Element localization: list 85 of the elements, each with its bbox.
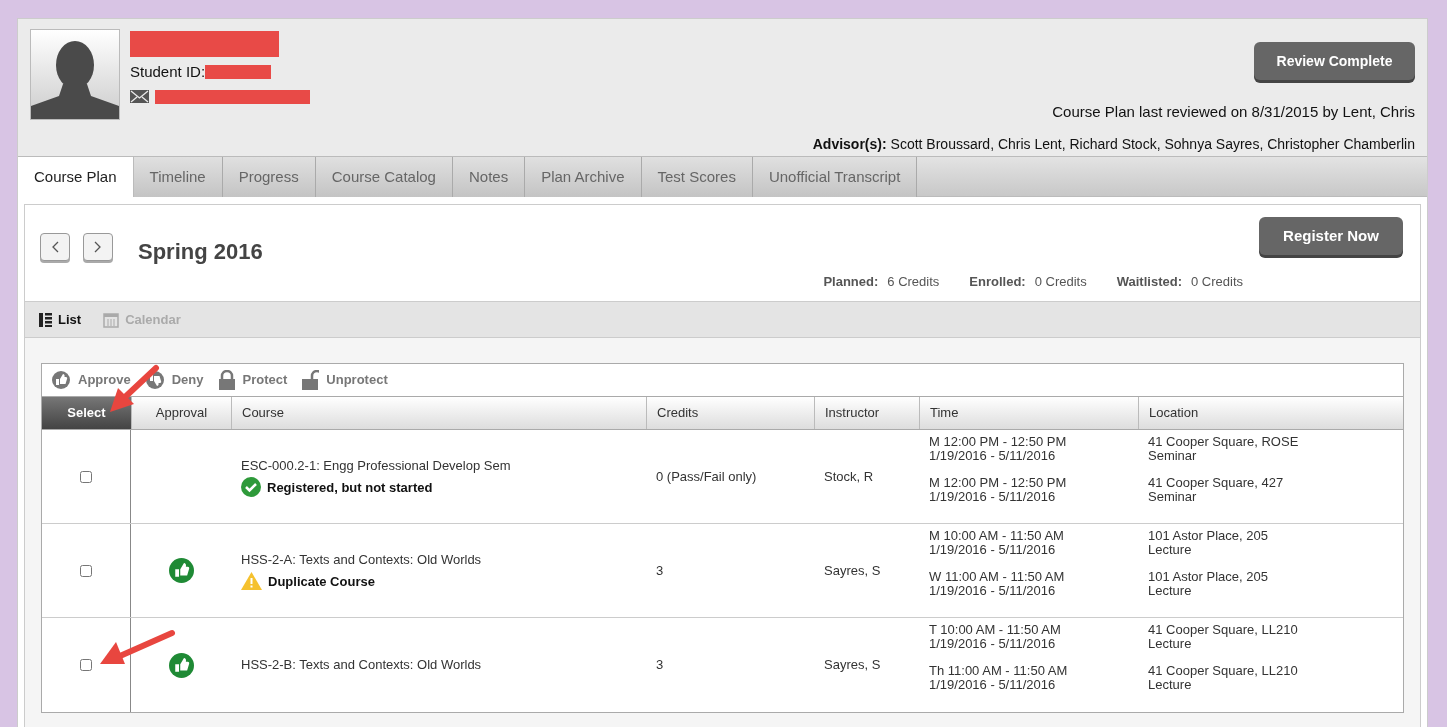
credits-label: Planned: — [823, 273, 879, 291]
tab[interactable]: Course Plan — [18, 157, 134, 198]
lock-icon — [217, 370, 236, 390]
meeting-type: Lecture — [1148, 584, 1193, 598]
column-header: Time — [919, 397, 1138, 429]
credits-cell-text: 3 — [656, 561, 664, 580]
meeting-type: Seminar — [1148, 490, 1197, 504]
row-checkbox[interactable] — [80, 659, 92, 671]
chevron-left-icon — [51, 241, 59, 253]
student-id-label: Student ID: — [130, 62, 206, 82]
previous-button[interactable] — [40, 233, 70, 261]
credits-value: 0 Credits — [1190, 273, 1243, 291]
meeting-time: M 12:00 PM - 12:50 PM — [929, 476, 1068, 490]
meeting-location: 101 Astor Place, 205 — [1148, 570, 1269, 584]
meeting-location: 41 Cooper Square, LL210 — [1148, 623, 1299, 637]
advisors-text: Advisor(s): Scott Broussard, Chris Lent, Richard Stock, Sohnya Sayres, Christopher Chamberlin — [812, 134, 1415, 154]
next-button[interactable] — [83, 233, 113, 261]
row-checkbox[interactable] — [80, 564, 92, 577]
meeting-dates: 1/19/2016 - 5/11/2016 — [929, 490, 1057, 504]
last-reviewed-text: Course Plan last reviewed on 8/31/2015 by Lent, Chris — [1052, 102, 1415, 122]
meeting-dates: 1/19/2016 - 5/11/2016 — [929, 543, 1057, 557]
meeting-type: Seminar — [1148, 449, 1197, 463]
check-circle-icon — [241, 477, 261, 498]
column-header: Approval — [131, 397, 231, 429]
tab[interactable]: Progress — [222, 157, 316, 197]
thumbs-up-icon — [51, 370, 71, 390]
tab[interactable]: Timeline — [133, 157, 223, 197]
tab[interactable]: Test Scores — [641, 157, 753, 197]
warning-icon — [241, 572, 262, 591]
review-complete-button[interactable]: Review Complete — [1254, 42, 1415, 80]
meeting-location: 41 Cooper Square, 427 — [1148, 476, 1285, 490]
register-now-button[interactable]: Register Now — [1259, 217, 1403, 255]
meeting-location: 41 Cooper Square, ROSE — [1148, 435, 1300, 449]
course-name: HSS-2-B: Texts and Contexts: Old Worlds — [241, 656, 483, 675]
unlock-icon — [301, 370, 320, 390]
instructor-cell-text: Sayres, S — [824, 656, 881, 675]
meeting-time: T 10:00 AM - 11:50 AM — [929, 623, 1062, 637]
credits-label: Enrolled: — [969, 273, 1026, 291]
meeting-dates: 1/19/2016 - 5/11/2016 — [929, 449, 1057, 463]
row-checkbox[interactable] — [80, 470, 92, 483]
column-header: Instructor — [814, 397, 919, 429]
meeting-location: 101 Astor Place, 205 — [1148, 529, 1269, 543]
calendar-icon — [103, 311, 120, 328]
course-name: ESC-000.2-1: Engg Professional Develop Sem — [241, 456, 512, 475]
column-header: Course — [231, 397, 646, 429]
meeting-time: M 12:00 PM - 12:50 PM — [929, 435, 1068, 449]
tab[interactable]: Course Catalog — [315, 157, 453, 197]
meeting-time: W 11:00 AM - 11:50 AM — [929, 570, 1066, 584]
status-text: Registered, but not started — [267, 478, 433, 497]
list-icon — [39, 312, 52, 327]
column-header: Credits — [646, 397, 814, 429]
meeting-type: Lecture — [1148, 637, 1192, 651]
meeting-type: Lecture — [1148, 543, 1193, 557]
tab[interactable]: Unofficial Transcript — [752, 157, 918, 197]
credits-value: 0 Credits — [1034, 273, 1087, 291]
action-button[interactable]: Protect — [217, 370, 288, 390]
credits-label: Waitlisted: — [1116, 273, 1182, 291]
credits-cell-text: 0 (Pass/Fail only) — [656, 467, 757, 486]
meeting-dates: 1/19/2016 - 5/11/2016 — [929, 637, 1057, 651]
credits-cell-text: 3 — [656, 656, 664, 675]
tab[interactable]: Plan Archive — [525, 157, 642, 197]
meeting-dates: 1/19/2016 - 5/11/2016 — [929, 678, 1057, 692]
redaction-bar — [205, 65, 272, 80]
action-button[interactable]: Approve — [51, 370, 131, 390]
course-name: HSS-2-A: Texts and Contexts: Old Worlds — [241, 551, 483, 569]
thumbs-down-icon — [144, 370, 165, 390]
meeting-time: M 10:00 AM - 11:50 AM — [929, 529, 1065, 543]
tab[interactable]: Notes — [452, 157, 526, 197]
chevron-right-icon — [94, 241, 102, 253]
meeting-time: Th 11:00 AM - 11:50 AM — [929, 664, 1069, 678]
instructor-cell-text: Sayres, S — [824, 561, 881, 580]
thumbs-up-icon — [168, 652, 194, 678]
meeting-type: Lecture — [1148, 678, 1192, 692]
instructor-cell-text: Stock, R — [824, 467, 874, 486]
meeting-dates: 1/19/2016 - 5/11/2016 — [929, 584, 1057, 598]
action-button[interactable]: Deny — [144, 370, 204, 390]
meeting-location: 41 Cooper Square, LL210 — [1148, 664, 1299, 678]
action-button[interactable]: Unprotect — [301, 370, 388, 390]
thumbs-up-icon — [168, 558, 194, 583]
status-text: Duplicate Course — [268, 572, 375, 591]
view-toggle[interactable]: List — [39, 309, 82, 330]
credits-value: 6 Credits — [887, 273, 940, 291]
column-header: Location — [1138, 397, 1403, 429]
term-title: Spring 2016 — [138, 238, 263, 266]
envelope-icon — [130, 90, 149, 103]
